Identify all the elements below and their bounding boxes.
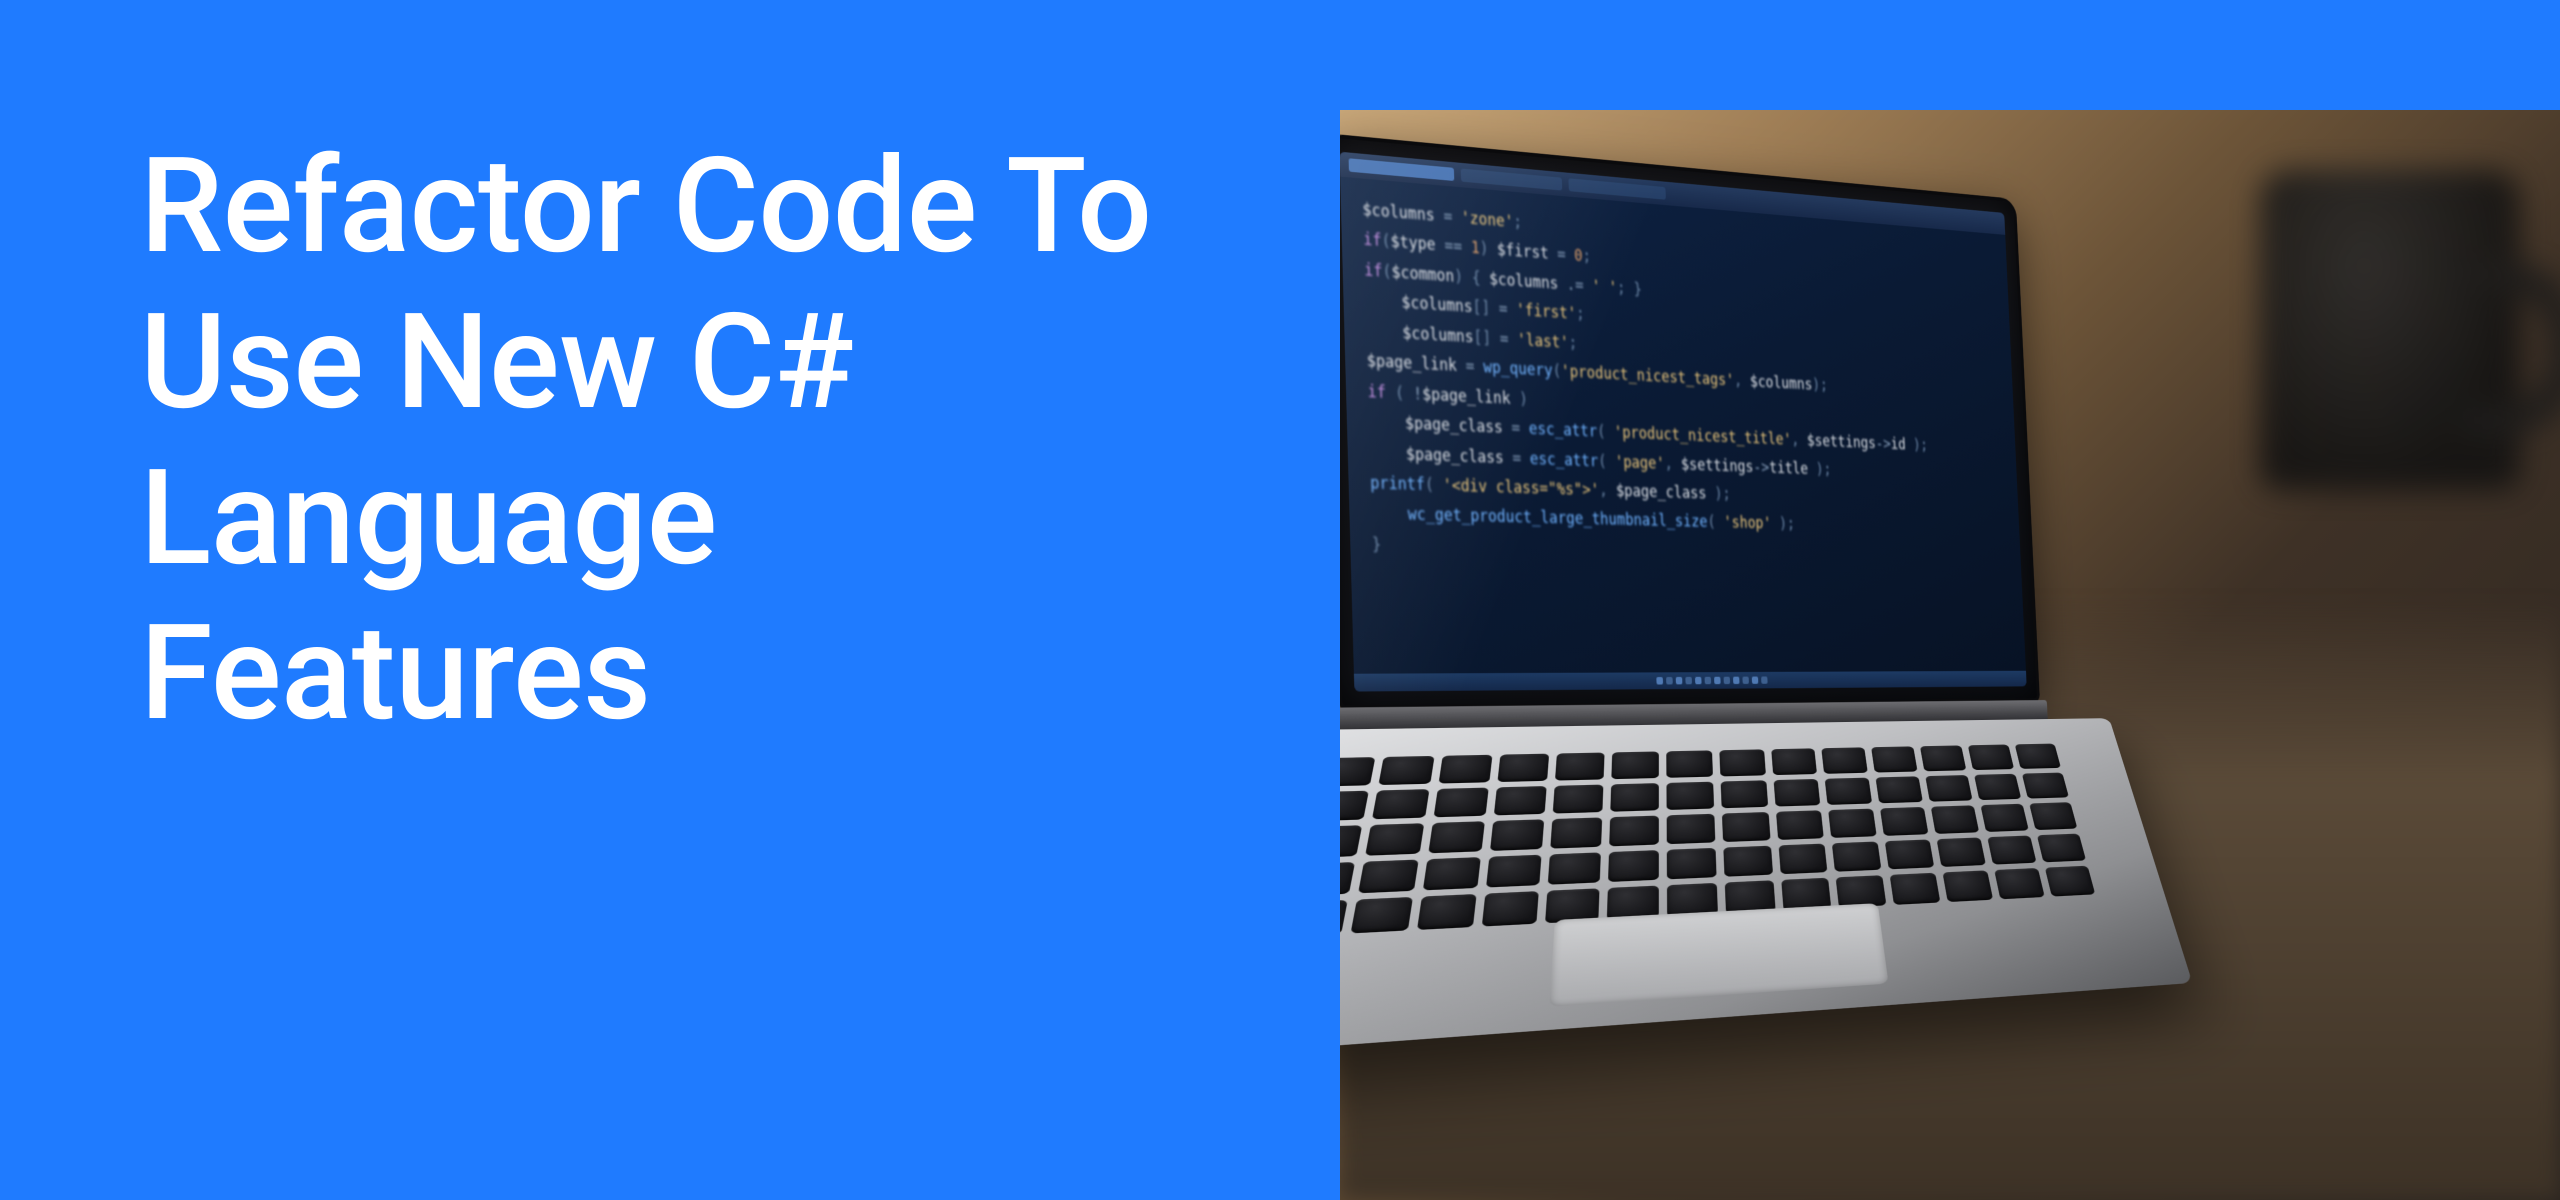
keyboard-key <box>1994 868 2044 899</box>
keyboard-key <box>2037 833 2086 862</box>
keyboard-key <box>1666 848 1716 880</box>
keyboard-key <box>1778 843 1828 874</box>
keyboard-key <box>1876 776 1923 803</box>
keyboard-key <box>1871 746 1917 772</box>
keyboard-key <box>1719 749 1766 776</box>
keyboard-key <box>1987 835 2036 864</box>
keyboard-key <box>1438 755 1492 784</box>
keyboard-key <box>1351 897 1413 933</box>
keyboard-key <box>1931 805 1979 833</box>
keyboard-key <box>1378 756 1434 785</box>
keyboard-key <box>1771 748 1818 775</box>
editor-tab <box>1349 158 1455 181</box>
keyboard-key <box>1828 809 1877 838</box>
keyboard-key <box>1666 814 1715 844</box>
keyboard-key <box>1417 894 1477 930</box>
keyboard-key <box>1836 875 1887 907</box>
keyboard-key <box>1920 745 1966 771</box>
keyboard-key <box>1358 859 1419 893</box>
keyboard-key <box>1611 751 1659 779</box>
code-editor-screen: $columns = 'zone';if($type == 1) $first … <box>1340 152 2027 692</box>
keyboard-key <box>1608 850 1659 882</box>
editor-status-bar <box>1354 671 2027 692</box>
keyboard-key <box>1486 854 1542 887</box>
keyboard <box>1340 744 2095 937</box>
keyboard-key <box>1609 816 1659 847</box>
keyboard-key <box>1773 779 1821 807</box>
keyboard-key <box>1722 812 1771 842</box>
keyboard-key <box>1974 774 2021 801</box>
keyboard-key <box>1340 900 1348 937</box>
keyboard-key <box>1340 790 1369 821</box>
keyboard-key <box>1943 870 1994 901</box>
keyboard-key <box>1340 825 1362 858</box>
laptop-photo-illustration: $columns = 'zone';if($type == 1) $first … <box>1340 110 2560 1200</box>
editor-tab <box>1568 178 1665 199</box>
keyboard-key <box>1497 754 1549 782</box>
keyboard-key <box>1610 783 1659 812</box>
keyboard-key <box>1825 777 1872 805</box>
keyboard-key <box>1482 891 1539 926</box>
keyboard-key <box>1666 781 1714 810</box>
keyboard-key <box>1340 757 1375 786</box>
keyboard-key <box>1552 784 1603 813</box>
keyboard-key <box>1885 839 1935 869</box>
keyboard-key <box>1490 819 1544 850</box>
keyboard-key <box>1723 845 1773 876</box>
laptop-screen-bezel: $columns = 'zone';if($type == 1) $first … <box>1340 133 2040 710</box>
headline-text: Refactor Code To Use New C# Language Fea… <box>140 130 1240 753</box>
keyboard-key <box>1555 753 1605 781</box>
code-content: $columns = 'zone';if($type == 1) $first … <box>1340 177 2022 593</box>
keyboard-key <box>1776 810 1825 839</box>
keyboard-key <box>1340 862 1355 897</box>
keyboard-key <box>2015 744 2061 769</box>
laptop-deck <box>1340 718 2192 1059</box>
keyboard-key <box>2045 866 2095 897</box>
hero-banner: Refactor Code To Use New C# Language Fea… <box>0 0 2560 1200</box>
hero-photo: $columns = 'zone';if($type == 1) $first … <box>1340 110 2560 1200</box>
keyboard-key <box>1494 786 1547 816</box>
keyboard-key <box>1968 744 2014 769</box>
keyboard-key <box>1822 747 1868 773</box>
keyboard-key <box>1937 837 1986 867</box>
headline-area: Refactor Code To Use New C# Language Fea… <box>0 0 1280 1200</box>
editor-tab <box>1461 168 1562 190</box>
keyboard-key <box>1372 789 1430 820</box>
keyboard-key <box>1423 857 1481 891</box>
keyboard-key <box>1925 775 1972 802</box>
coffee-mug <box>2260 170 2520 490</box>
keyboard-key <box>1890 873 1941 905</box>
keyboard-key <box>1832 841 1882 872</box>
keyboard-key <box>1547 852 1600 885</box>
keyboard-key <box>1981 804 2029 832</box>
keyboard-key <box>1428 821 1485 853</box>
keyboard-key <box>2022 772 2069 798</box>
keyboard-key <box>1666 750 1713 777</box>
laptop: $columns = 'zone';if($type == 1) $first … <box>1340 129 2129 1187</box>
keyboard-key <box>1365 823 1424 855</box>
keyboard-key <box>1433 787 1488 817</box>
trackpad <box>1549 903 1888 1007</box>
keyboard-key <box>1550 817 1602 848</box>
keyboard-key <box>1720 780 1768 808</box>
keyboard-key <box>1880 807 1928 836</box>
keyboard-key <box>2029 802 2077 830</box>
